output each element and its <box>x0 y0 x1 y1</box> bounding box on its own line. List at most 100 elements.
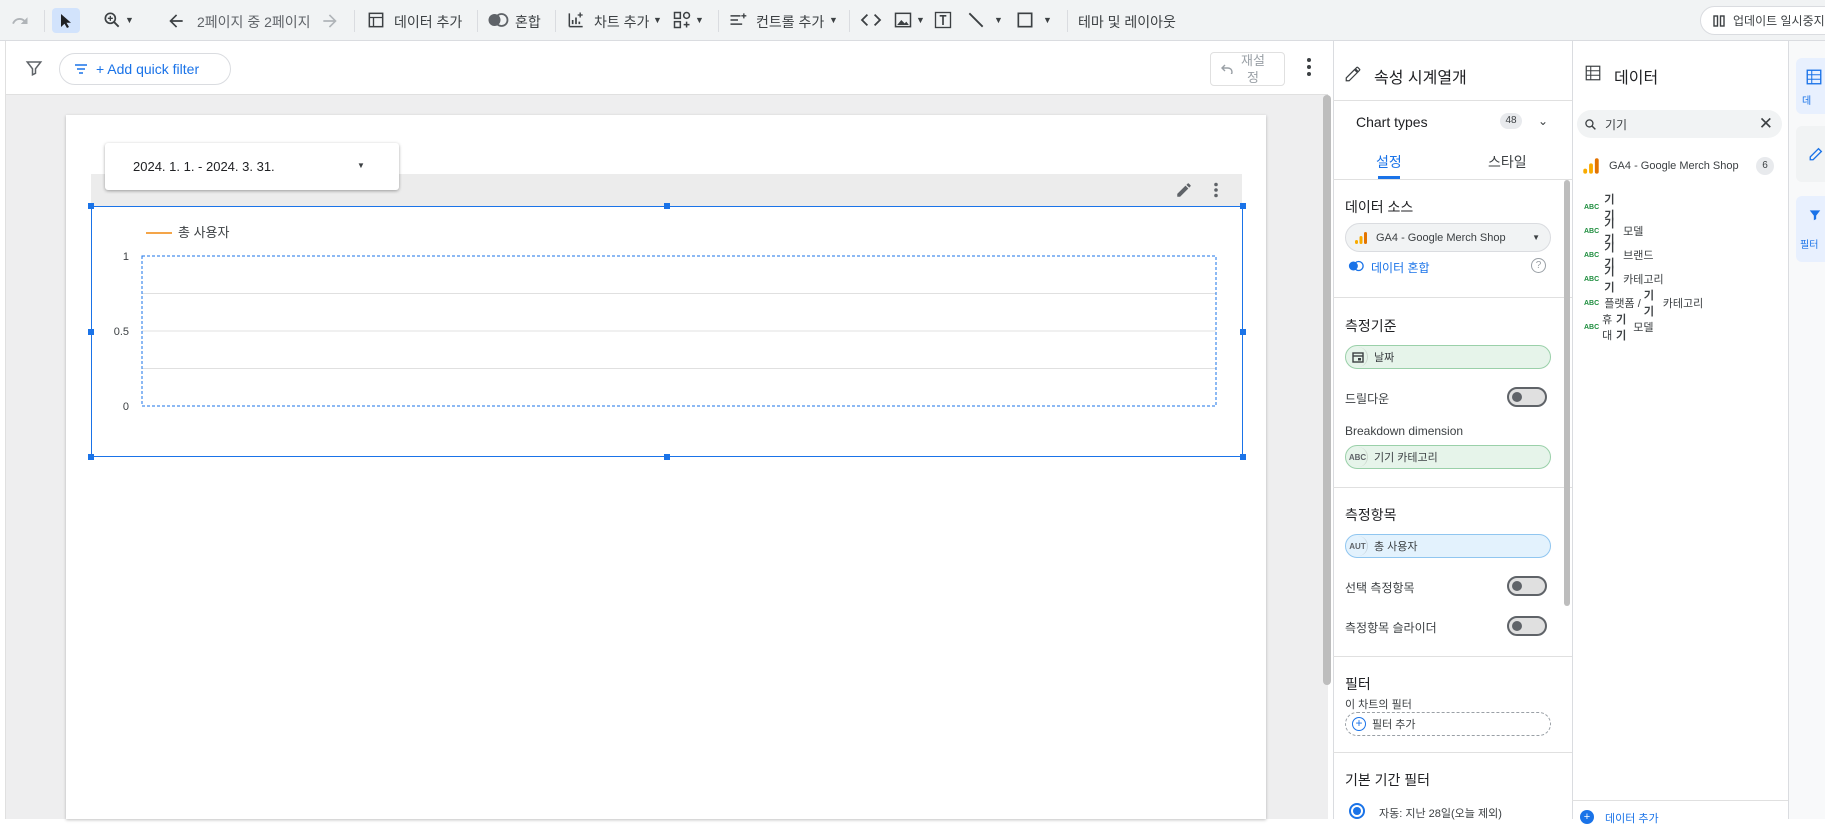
resize-handle[interactable] <box>1240 329 1246 335</box>
theme-layout-button[interactable]: 테마 및 레이아웃 <box>1078 12 1176 32</box>
filter-bar: + Add quick filter 재설 정 <box>6 41 1328 95</box>
legend-label: 총 사용자 <box>178 225 229 240</box>
data-source-title: 데이터 소스 <box>1345 199 1414 215</box>
search-value: 기기 <box>1605 117 1628 132</box>
blend-data-link[interactable]: 데이터 혼합 <box>1371 259 1430 276</box>
add-data-button[interactable]: 데이터 추가 <box>394 12 462 32</box>
line-tool-icon[interactable]: ▼ <box>966 10 1003 30</box>
dimension-chip[interactable]: 날짜 <box>1345 345 1551 369</box>
pause-updates-button[interactable]: 업데이트 일시중지 <box>1700 6 1825 35</box>
chart-types-label[interactable]: Chart types <box>1356 114 1428 130</box>
field-name-suffix: 카테고리 <box>1620 274 1664 286</box>
field-type-tag: ABC <box>1584 299 1600 307</box>
zoom-icon[interactable]: ▼ <box>102 10 134 30</box>
add-control-icon[interactable] <box>728 10 748 30</box>
forward-arrow-icon[interactable] <box>320 11 340 31</box>
default-date-title: 기본 기간 필터 <box>1345 772 1431 788</box>
breakdown-tag: ABC <box>1348 447 1368 467</box>
filter-icon <box>1808 208 1822 222</box>
table-icon <box>1584 64 1602 82</box>
auto-radio[interactable] <box>1349 803 1365 819</box>
undo-icon <box>1221 64 1233 74</box>
add-quick-filter-button[interactable]: + Add quick filter <box>59 53 231 85</box>
tab-setup[interactable]: 설정 <box>1376 152 1402 172</box>
field-search-box[interactable]: 기기 ✕ <box>1577 110 1782 138</box>
y-tick-label: 0.5 <box>114 326 129 338</box>
canvas-scrollbar[interactable] <box>1323 95 1331 685</box>
resize-handle[interactable] <box>664 454 670 460</box>
date-range-control[interactable]: 2024. 1. 1. - 2024. 3. 31. ▼ <box>105 143 399 190</box>
add-filter-button[interactable]: + 필터 추가 <box>1345 712 1551 736</box>
field-name-suffix: 모델 <box>1620 226 1644 238</box>
filter-list-icon <box>74 63 88 75</box>
drilldown-toggle[interactable] <box>1507 387 1547 407</box>
data-panel-footer-divider <box>1572 800 1788 801</box>
reset-button[interactable]: 재설 정 <box>1210 52 1285 86</box>
resize-handle[interactable] <box>664 203 670 209</box>
text-box-icon[interactable] <box>933 10 953 30</box>
add-control-button[interactable]: 컨트롤 추가 <box>756 12 824 32</box>
add-data-link[interactable]: 데이터 추가 <box>1605 810 1659 826</box>
add-quick-filter-label: + Add quick filter <box>96 61 200 77</box>
resize-handle[interactable] <box>88 329 94 335</box>
pencil-icon <box>1344 65 1362 83</box>
table-icon <box>1805 68 1823 86</box>
add-chart-button[interactable]: 차트 추가 <box>594 12 649 32</box>
shape-icon[interactable]: ▼ <box>1015 10 1052 30</box>
rail-filter-button[interactable]: 필터 <box>1796 196 1825 262</box>
clear-search-icon[interactable]: ✕ <box>1759 114 1773 134</box>
blend-button[interactable]: 혼합 <box>515 12 541 32</box>
help-icon[interactable]: ? <box>1531 258 1546 273</box>
rail-properties-button[interactable] <box>1796 126 1825 182</box>
rail-data-button[interactable]: 데 <box>1796 58 1825 114</box>
field-name-suffix: 브랜드 <box>1620 250 1654 262</box>
filter-title: 필터 <box>1345 676 1371 692</box>
metric-chip[interactable]: AUT 총 사용자 <box>1345 534 1551 558</box>
metric-slider-toggle[interactable] <box>1507 616 1547 636</box>
field-name-suffix: 모델 <box>1630 322 1654 334</box>
add-data-icon[interactable] <box>366 10 386 30</box>
data-source-selector[interactable]: GA4 - Google Merch Shop ▼ <box>1345 223 1551 252</box>
field-name-match: 기기 <box>1616 314 1627 342</box>
blend-icon <box>1347 260 1365 272</box>
chart-more-icon[interactable] <box>1213 182 1219 198</box>
ga4-logo-icon <box>1582 157 1600 175</box>
data-source-entry[interactable]: GA4 - Google Merch Shop <box>1609 160 1739 172</box>
resize-handle[interactable] <box>1240 454 1246 460</box>
properties-scrollbar[interactable] <box>1564 180 1570 606</box>
resize-handle[interactable] <box>1240 203 1246 209</box>
embed-code-icon[interactable] <box>860 11 882 29</box>
more-vert-icon[interactable] <box>1306 57 1312 77</box>
select-tool-icon[interactable] <box>52 8 80 33</box>
dropdown-arrow-icon: ▼ <box>357 161 365 170</box>
redo-icon[interactable] <box>10 11 30 31</box>
chart-types-expand-icon[interactable]: ⌄ <box>1538 114 1548 128</box>
tab-style[interactable]: 스타일 <box>1488 152 1527 172</box>
back-arrow-icon[interactable] <box>166 11 186 31</box>
field-type-tag: ABC <box>1584 251 1600 259</box>
divider <box>1333 179 1572 180</box>
drilldown-label: 드릴다운 <box>1345 392 1390 406</box>
field-name-suffix: 카테고리 <box>1659 298 1704 310</box>
pause-icon <box>1713 14 1725 27</box>
add-data-circle-icon: + <box>1580 810 1594 824</box>
timeseries-chart[interactable]: 0 0.5 1 총 사용자 <box>91 206 1243 457</box>
edit-pencil-icon[interactable] <box>1175 181 1193 199</box>
resize-handle[interactable] <box>88 454 94 460</box>
chevron-down-icon[interactable]: ▼ <box>653 15 662 25</box>
field-item[interactable]: ABC 휴대 기기 모델 <box>1584 311 1654 343</box>
image-icon[interactable]: ▼ <box>893 10 925 30</box>
add-chart-icon[interactable] <box>566 10 586 30</box>
community-viz-icon[interactable]: ▼ <box>672 10 704 30</box>
blend-icon[interactable] <box>487 12 509 28</box>
optional-metrics-toggle[interactable] <box>1507 576 1547 596</box>
properties-icon <box>1808 144 1825 162</box>
search-icon <box>1584 118 1597 131</box>
chevron-down-icon[interactable]: ▼ <box>829 15 838 25</box>
calendar-icon <box>1348 347 1368 367</box>
data-source-field-count: 6 <box>1756 157 1774 175</box>
breakdown-chip[interactable]: ABC 기기 카테고리 <box>1345 445 1551 469</box>
resize-handle[interactable] <box>88 203 94 209</box>
filter-icon[interactable] <box>25 59 43 77</box>
properties-title: 속성 시계열개 <box>1374 70 1467 87</box>
